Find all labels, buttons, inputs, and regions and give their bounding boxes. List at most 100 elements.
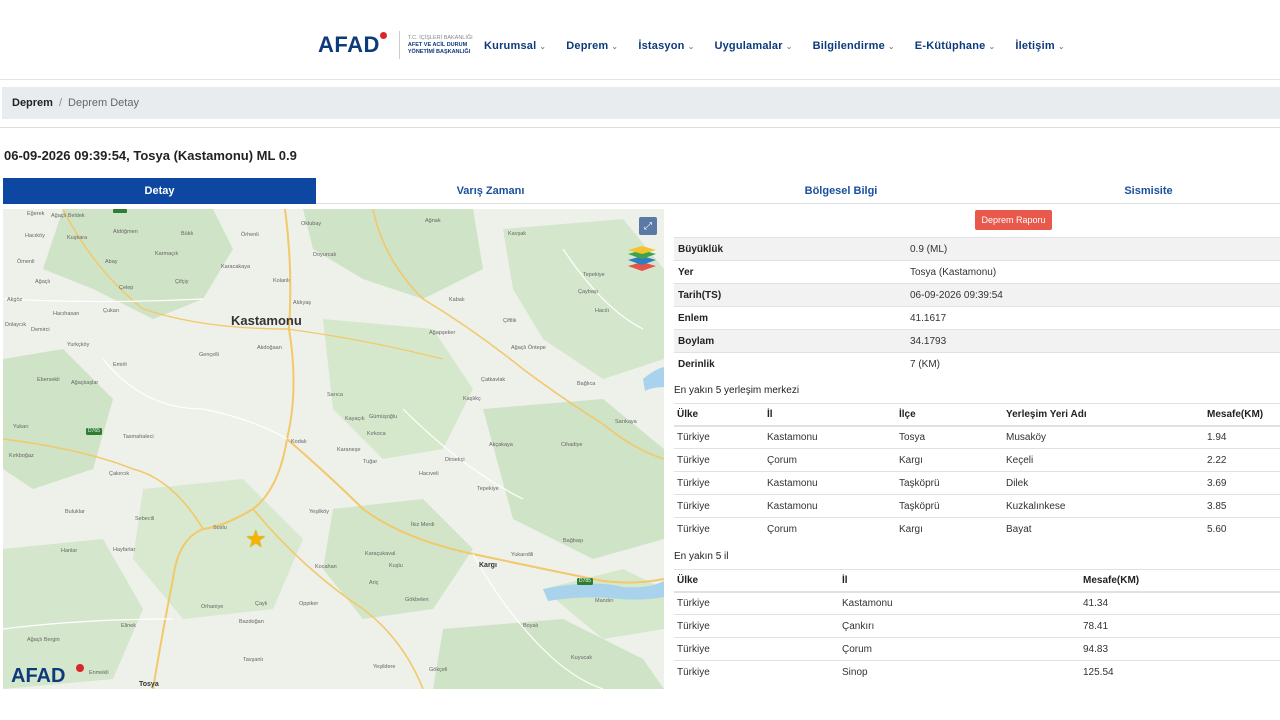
map-place-label: Bazdoğan (239, 619, 264, 625)
tab-varis-zamani[interactable]: Varış Zamanı (316, 178, 665, 204)
detail-value: 7 (KM) (906, 352, 1280, 376)
map-place-label: Akdoğaan (257, 345, 282, 351)
table-cell: Kuzkalınkese (1003, 494, 1204, 518)
map-place-label: Kavşak (508, 231, 527, 237)
earthquake-details-table: Büyüklük 0.9 (ML) Yer Tosya (Kastamonu) Ta… (674, 237, 1280, 376)
logo-subtitle-ministry: T.C. İÇİŞLERİ BAKANLIĞI (407, 34, 473, 41)
table-row: Yer Tosya (Kastamonu) (674, 260, 1280, 284)
map-place-label: Akçakaya (489, 442, 513, 448)
table-cell: Çorum (839, 637, 1080, 661)
earthquake-map[interactable]: D765 D785 Eğerek Ağaçlı Beldek Aldöğmen … (3, 209, 664, 689)
deprem-raporu-button[interactable]: Deprem Raporu (975, 210, 1052, 230)
map-town-tosya: Tosya (139, 681, 159, 688)
table-cell: 78.41 (1080, 614, 1280, 638)
detail-value: Tosya (Kastamonu) (906, 260, 1280, 284)
chevron-down-icon: ⌄ (887, 41, 895, 51)
breadcrumb-deprem[interactable]: Deprem (12, 97, 53, 109)
nav-item-istasyon[interactable]: İstasyon ⌄ (638, 40, 694, 52)
map-place-label: Kolanlı (273, 278, 290, 284)
tab-detay[interactable]: Detay (3, 178, 316, 204)
logo-subtitle-line2: YÖNETİMİ BAŞKANLIĞI (407, 48, 471, 55)
map-place-label: Oklubay (301, 221, 322, 227)
chevron-down-icon: ⌄ (687, 41, 695, 51)
map-place-label: Tuğar (363, 459, 378, 465)
table-cell: Çankırı (839, 614, 1080, 638)
nav-item-e-kutuphane[interactable]: E-Kütüphane ⌄ (915, 40, 996, 52)
table-cell: Dilek (1003, 471, 1204, 495)
map-place-label: Oppiker (299, 601, 319, 607)
map-place-label: Tepekiye (583, 272, 605, 278)
table-cell: 94.83 (1080, 637, 1280, 661)
table-cell: Çorum (764, 448, 896, 472)
nearest-provinces-table: Ülke İl Mesafe(KM) Türkiye Kastamonu 41.34… (674, 569, 1280, 684)
map-place-label: Çaybaşı (578, 289, 599, 295)
nav-label: Bilgilendirme (812, 40, 885, 52)
nav-item-uygulamalar[interactable]: Uygulamalar ⌄ (714, 40, 792, 52)
table-cell: 3.69 (1204, 471, 1280, 495)
divider (0, 127, 1280, 128)
map-place-label: Çifçiy (175, 279, 189, 285)
map-place-label: Sarıca (327, 392, 343, 398)
epicenter-star-icon[interactable]: ★ (245, 528, 267, 552)
nav-label: İstasyon (638, 40, 685, 52)
map-place-label: Kuşlu (389, 563, 403, 569)
nav-item-deprem[interactable]: Deprem ⌄ (566, 40, 618, 52)
table-row: Türkiye Kastamonu 41.34 (674, 591, 1280, 615)
map-place-label: Buluklar (65, 509, 85, 515)
table-row: Derinlik 7 (KM) (674, 352, 1280, 376)
chevron-down-icon: ⌄ (611, 41, 619, 51)
tab-sismisite[interactable]: Sismisite (1017, 178, 1280, 204)
layers-icon[interactable] (627, 246, 657, 272)
map-place-label: Demirci (31, 327, 50, 333)
table-cell: Taşköprü (896, 494, 1003, 518)
table-row: Enlem 41.1617 (674, 306, 1280, 330)
map-base (3, 209, 664, 689)
nav-item-kurumsal[interactable]: Kurumsal ⌄ (484, 40, 546, 52)
map-place-label: Karaneşe (337, 447, 361, 453)
nav-item-iletisim[interactable]: İletişim ⌄ (1015, 40, 1064, 52)
tab-bolgesel-bilgi[interactable]: Bölgesel Bilgi (665, 178, 1017, 204)
column-header: İl (839, 569, 1080, 593)
chevron-down-icon: ⌄ (539, 41, 547, 51)
road-badge-d765: D765 (88, 428, 100, 434)
map-place-label: Kaşlıkç (463, 396, 481, 402)
map-place-label: Karacakaya (221, 264, 251, 270)
map-place-label: Ağaçlı (35, 279, 51, 285)
table-row: Tarih(TS) 06-09-2026 09:39:54 (674, 283, 1280, 307)
table-cell: 3.85 (1204, 494, 1280, 518)
logo-dot (379, 31, 387, 39)
map-place-label: Çukarı (103, 308, 120, 314)
map-city-kastamonu: Kastamonu (231, 313, 302, 328)
map-place-label: Bağbaşı (563, 538, 584, 544)
table-cell: Kastamonu (839, 591, 1080, 615)
map-place-label: Yukarı (13, 424, 29, 430)
map-place-label: Hayfarlar (113, 547, 136, 553)
map-town-kargi: Kargı (479, 562, 497, 569)
nav-label: Uygulamalar (714, 40, 783, 52)
map-place-label: Gümüşoğlu (369, 414, 398, 420)
detail-key: Boylam (674, 329, 906, 353)
table-row: Türkiye Çorum Kargı Keçeli 2.22 (674, 448, 1280, 472)
table-row: Türkiye Çorum Kargı Bayat 5.60 (674, 517, 1280, 541)
table-row: Türkiye Çorum 94.83 (674, 637, 1280, 661)
table-cell: Kargı (896, 448, 1003, 472)
map-place-label: Gökbelen (405, 597, 429, 603)
map-place-label: Bağlıca (577, 381, 596, 387)
map-place-label: Emirli (113, 362, 127, 368)
site-header: AFAD T.C. İÇİŞLERİ BAKANLIĞI AFET VE ACİ… (0, 0, 1280, 80)
table-cell: Türkiye (674, 591, 839, 615)
table-cell: Keçeli (1003, 448, 1204, 472)
map-place-label: Çatkavlak (481, 377, 506, 383)
nearest-settlements-title: En yakın 5 yerleşim merkezi (674, 385, 800, 396)
chevron-down-icon: ⌄ (785, 41, 793, 51)
table-row: Türkiye Kastamonu Taşköprü Kuzkalınkese 3.85 (674, 494, 1280, 518)
map-place-label: Kırkboğaz (9, 453, 34, 459)
afad-logo[interactable]: AFAD T.C. İÇİŞLERİ BAKANLIĞI AFET VE ACİ… (318, 28, 478, 62)
detail-key: Derinlik (674, 352, 906, 376)
table-cell: Kastamonu (764, 425, 896, 449)
table-cell: Tosya (896, 425, 1003, 449)
fullscreen-icon[interactable]: ⤢ (639, 217, 657, 235)
nav-item-bilgilendirme[interactable]: Bilgilendirme ⌄ (813, 40, 895, 52)
detail-key: Tarih(TS) (674, 283, 906, 307)
table-row: Boylam 34.1793 (674, 329, 1280, 353)
